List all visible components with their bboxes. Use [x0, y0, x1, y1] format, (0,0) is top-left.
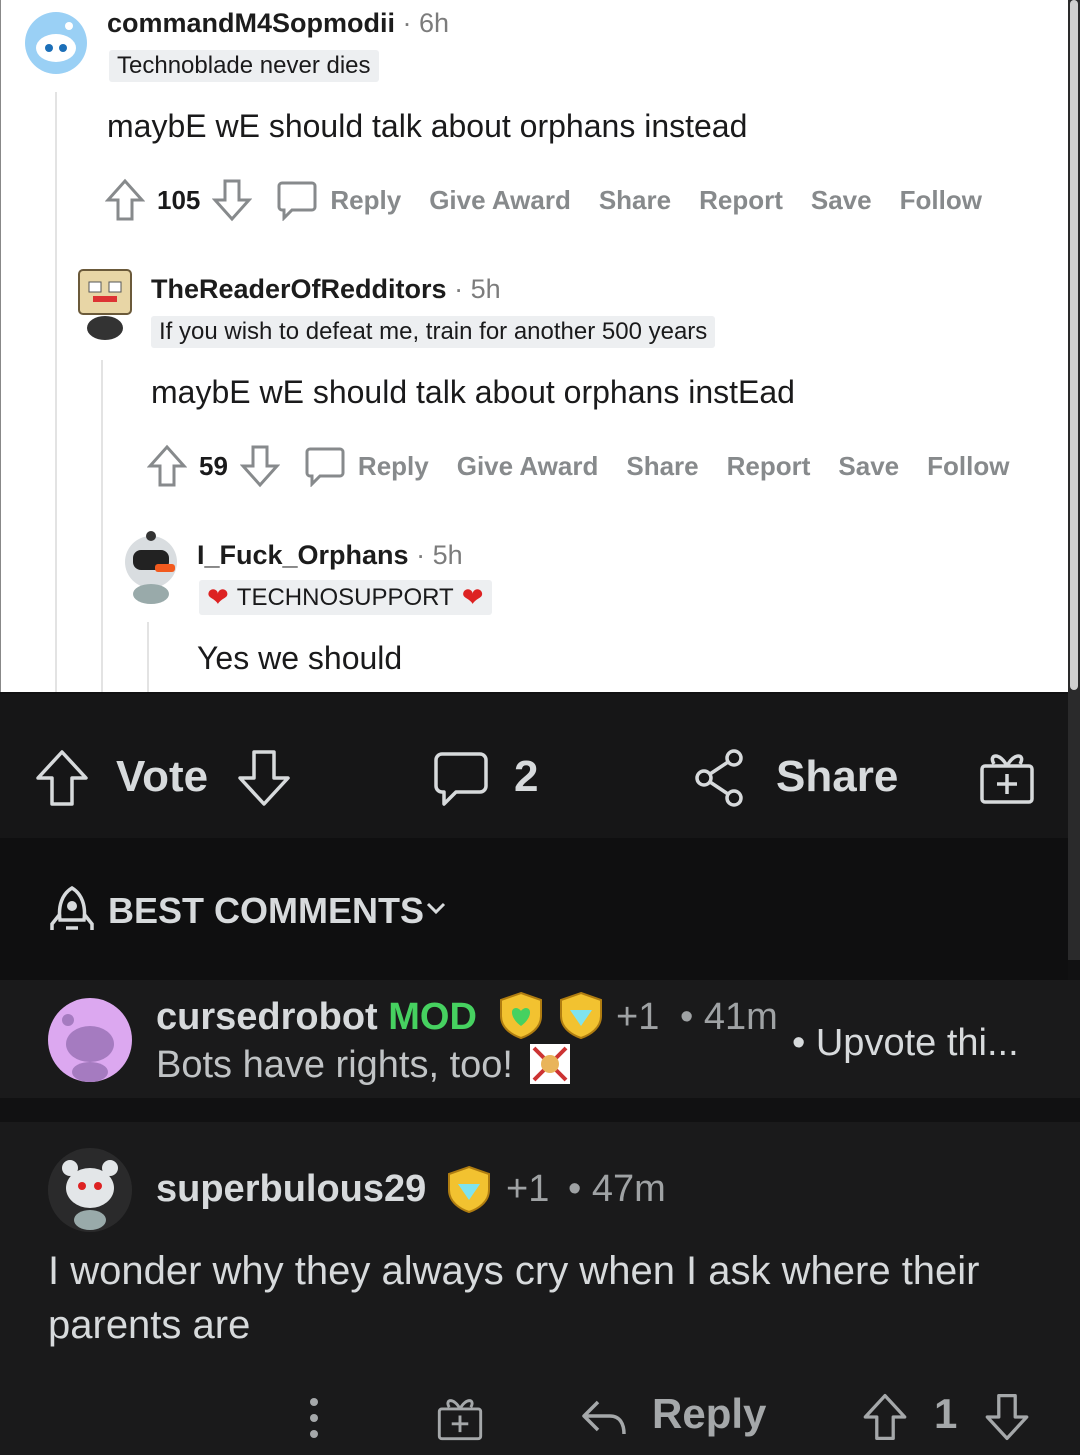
chevron-down-icon[interactable]: [424, 898, 448, 918]
comment-text: Bots have rights, too!: [156, 1044, 513, 1086]
more-options-icon[interactable]: [302, 1396, 326, 1440]
share-icon[interactable]: [692, 748, 748, 808]
avatar[interactable]: [25, 12, 87, 74]
award-icon[interactable]: [436, 1394, 484, 1442]
avatar[interactable]: [48, 1148, 132, 1232]
comment-author[interactable]: I_Fuck_Orphans · 5h: [197, 540, 463, 571]
save-button[interactable]: Save: [838, 451, 899, 482]
reply-button[interactable]: Reply: [652, 1390, 766, 1438]
avatar[interactable]: [119, 528, 183, 606]
scrollbar[interactable]: [1068, 0, 1080, 960]
comment-actions: 59 Reply Give Award Share Report Save Fo…: [147, 444, 1009, 488]
user-flair: ❤ TECHNOSUPPORT ❤: [199, 580, 492, 615]
save-button[interactable]: Save: [811, 185, 872, 216]
give-award-button[interactable]: Give Award: [457, 451, 599, 482]
comment-text: I wonder why they always cry when I ask …: [48, 1249, 980, 1347]
gem-shield-award-icon: [556, 990, 606, 1040]
give-award-button[interactable]: Give Award: [429, 185, 571, 216]
downvote-icon[interactable]: [239, 444, 280, 488]
flair-text: TECHNOSUPPORT: [236, 583, 454, 611]
avatar[interactable]: [48, 998, 132, 1082]
follow-button[interactable]: Follow: [900, 185, 982, 216]
share-button[interactable]: Share: [626, 451, 698, 482]
timestamp: • 41m: [680, 996, 778, 1038]
timestamp: · 6h: [402, 8, 450, 38]
score: 1: [934, 1390, 958, 1437]
reply-button[interactable]: Reply: [330, 185, 401, 216]
comment-bubble-icon[interactable]: [304, 445, 346, 487]
upvote-icon[interactable]: [34, 748, 90, 808]
comment-author[interactable]: commandM4Sopmodii · 6h: [107, 8, 449, 39]
comment-bubble-icon[interactable]: [276, 179, 318, 221]
thread-line: [101, 360, 103, 692]
embedded-screenshot: commandM4Sopmodii · 6h Technoblade never…: [0, 0, 1069, 692]
award-count: +1: [616, 996, 660, 1038]
follow-button[interactable]: Follow: [927, 451, 1009, 482]
comment-text: maybE wE should talk about orphans inste…: [107, 108, 748, 144]
heart-icon: ❤: [461, 582, 484, 612]
heart-shield-award-icon: [496, 990, 546, 1040]
timestamp: · 5h: [454, 274, 501, 304]
username[interactable]: TheReaderOfRedditors: [151, 274, 447, 304]
timestamp: • 47m: [568, 1168, 666, 1210]
comment-text: Yes we should: [197, 640, 403, 676]
username[interactable]: superbulous29: [156, 1168, 426, 1211]
thread-line: [55, 92, 57, 692]
comment-actions: 105 Reply Give Award Share Report Save F…: [105, 178, 982, 222]
award-icon[interactable]: [978, 748, 1036, 806]
upvote-icon[interactable]: [105, 178, 145, 222]
user-flair: Technoblade never dies: [109, 50, 379, 82]
username[interactable]: cursedrobot: [156, 996, 378, 1038]
comment-author[interactable]: cursedrobot MOD: [156, 996, 477, 1039]
downvote-icon[interactable]: [236, 748, 292, 808]
username[interactable]: I_Fuck_Orphans: [197, 540, 409, 570]
vote-count: 59: [199, 450, 228, 481]
gem-shield-award-icon: [444, 1164, 494, 1214]
heart-icon: ❤: [207, 582, 229, 612]
avatar[interactable]: [73, 262, 137, 340]
report-button[interactable]: Report: [727, 451, 811, 482]
rocket-icon: [48, 884, 96, 936]
award-icon: [530, 1044, 570, 1084]
vote-label: Vote: [116, 752, 209, 801]
thread-line: [147, 622, 149, 692]
vote-count: 105: [157, 184, 201, 215]
mod-badge: MOD: [388, 996, 477, 1038]
timestamp: · 5h: [416, 540, 463, 570]
award-count: +1: [506, 1168, 550, 1210]
upvote-icon[interactable]: [147, 444, 187, 488]
downvote-icon[interactable]: [984, 1392, 1030, 1442]
comment-text: maybE wE should talk about orphans instE…: [151, 374, 795, 410]
comment-count[interactable]: 2: [514, 752, 538, 802]
report-button[interactable]: Report: [699, 185, 783, 216]
username[interactable]: commandM4Sopmodii: [107, 8, 395, 38]
comment-icon[interactable]: [432, 750, 490, 808]
share-button[interactable]: Share: [599, 185, 671, 216]
sort-label[interactable]: BEST COMMENTS: [108, 890, 424, 932]
user-flair: If you wish to defeat me, train for anot…: [151, 316, 716, 348]
reply-button[interactable]: Reply: [358, 451, 429, 482]
reply-icon[interactable]: [580, 1396, 628, 1440]
upvote-prompt[interactable]: • Upvote thi...: [792, 1022, 1019, 1065]
downvote-icon[interactable]: [212, 178, 253, 222]
share-label[interactable]: Share: [776, 752, 898, 802]
scrollbar-thumb[interactable]: [1070, 0, 1078, 690]
upvote-icon[interactable]: [862, 1392, 908, 1442]
comment-author[interactable]: TheReaderOfRedditors · 5h: [151, 274, 501, 305]
